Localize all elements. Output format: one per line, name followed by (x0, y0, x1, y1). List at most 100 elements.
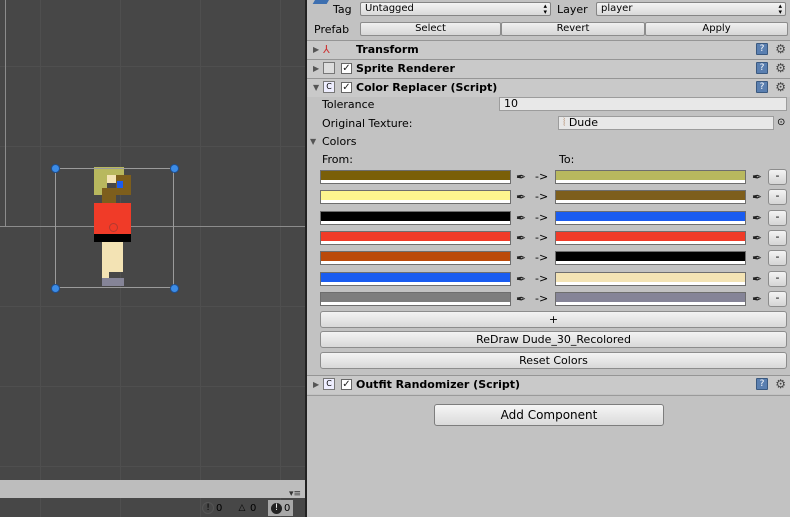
tolerance-label: Tolerance (322, 98, 375, 111)
prefab-apply-button[interactable]: Apply (645, 22, 788, 36)
layer-label: Layer (557, 3, 588, 16)
gear-icon[interactable]: ⚙ (775, 377, 786, 391)
eyedropper-icon[interactable]: ✒ (514, 190, 528, 204)
remove-color-button[interactable]: - (768, 189, 787, 206)
remove-color-button[interactable]: - (768, 250, 787, 267)
sprite-renderer-icon (323, 62, 335, 74)
outfit-randomizer-header[interactable]: ▶ C ✓ Outfit Randomizer (Script) ? ⚙ (307, 375, 790, 394)
to-color-field[interactable] (555, 291, 746, 306)
prefab-select-button[interactable]: Select (360, 22, 501, 36)
prefab-revert-button[interactable]: Revert (501, 22, 645, 36)
from-color-field[interactable] (320, 251, 511, 266)
layer-dropdown[interactable]: player ▴ ▾ (596, 2, 786, 16)
arrow-label: -> (535, 210, 549, 224)
color-pair-row: ✒ -> ✒ - (307, 270, 790, 287)
to-color-field[interactable] (555, 190, 746, 205)
eyedropper-icon[interactable]: ✒ (750, 211, 764, 225)
from-color-field[interactable] (320, 170, 511, 184)
help-book-icon[interactable]: ? (756, 43, 768, 55)
resize-handle-bottom-left[interactable] (51, 284, 60, 293)
foldout-collapsed-icon[interactable]: ▶ (313, 64, 319, 73)
to-color-field[interactable] (555, 210, 746, 225)
gear-icon[interactable]: ⚙ (775, 42, 786, 56)
divider (307, 395, 790, 396)
resize-handle-top-right[interactable] (170, 164, 179, 173)
original-texture-field[interactable]: ⦚ Dude (558, 116, 774, 130)
console-info-counter[interactable]: ! 0 (202, 500, 222, 516)
add-color-button[interactable]: + (320, 311, 787, 328)
from-color-field[interactable] (320, 291, 511, 306)
prefab-label: Prefab (314, 23, 350, 36)
from-color-field[interactable] (320, 210, 511, 225)
scene-view[interactable]: ▾≡ ! 0 △ 0 ! 0 (0, 0, 305, 517)
gear-icon[interactable]: ⚙ (775, 80, 786, 94)
panel-menu-icon[interactable]: ▾≡ (289, 489, 301, 499)
outfit-randomizer-title: Outfit Randomizer (Script) (356, 378, 521, 391)
sprite-renderer-header[interactable]: ▶ ✓ Sprite Renderer ? ⚙ (307, 59, 790, 78)
help-book-icon[interactable]: ? (756, 81, 768, 93)
tag-dropdown[interactable]: Untagged ▴ ▾ (360, 2, 551, 16)
dropdown-arrows-icon: ▴ ▾ (543, 2, 547, 16)
remove-color-button[interactable]: - (768, 270, 787, 287)
warning-icon: △ (238, 503, 246, 513)
enabled-checkbox[interactable]: ✓ (341, 82, 352, 93)
resize-handle-top-left[interactable] (51, 164, 60, 173)
color-pair-row: ✒ -> ✒ - (307, 229, 790, 246)
eyedropper-icon[interactable]: ✒ (750, 292, 764, 306)
console-error-counter[interactable]: ! 0 (268, 500, 294, 516)
console-warning-counter[interactable]: △ 0 (236, 500, 257, 516)
transform-header[interactable]: ▶ ⅄ Transform ? ⚙ (307, 40, 790, 59)
scene-scrollbar[interactable] (0, 480, 305, 498)
object-picker-icon[interactable]: ⊙ (777, 117, 785, 128)
enabled-checkbox[interactable]: ✓ (341, 379, 352, 390)
resize-handle-bottom-right[interactable] (170, 284, 179, 293)
foldout-expanded-icon[interactable]: ▼ (313, 83, 319, 92)
grid-line (0, 306, 305, 307)
eyedropper-icon[interactable]: ✒ (750, 272, 764, 286)
from-color-field[interactable] (320, 230, 511, 245)
rect-tool-bounds[interactable] (55, 168, 174, 288)
help-book-icon[interactable]: ? (756, 378, 768, 390)
eyedropper-icon[interactable]: ✒ (750, 231, 764, 245)
eyedropper-icon[interactable]: ✒ (750, 190, 764, 204)
add-component-button[interactable]: Add Component (434, 404, 664, 426)
enabled-checkbox[interactable]: ✓ (341, 63, 352, 74)
dropdown-arrows-icon: ▴ ▾ (778, 2, 782, 16)
error-count: 0 (284, 502, 291, 514)
from-label: From: (322, 153, 353, 166)
eyedropper-icon[interactable]: ✒ (514, 292, 528, 306)
foldout-collapsed-icon[interactable]: ▶ (313, 45, 319, 54)
foldout-collapsed-icon[interactable]: ▶ (313, 380, 319, 389)
tolerance-field[interactable]: 10 (499, 97, 787, 111)
help-book-icon[interactable]: ? (756, 62, 768, 74)
reset-colors-button[interactable]: Reset Colors (320, 352, 787, 369)
eyedropper-icon[interactable]: ✒ (750, 170, 764, 184)
arrow-label: -> (535, 271, 549, 285)
transform-title: Transform (356, 43, 419, 56)
remove-color-button[interactable]: - (768, 229, 787, 246)
eyedropper-icon[interactable]: ✒ (750, 251, 764, 265)
arrow-label: -> (535, 190, 549, 204)
eyedropper-icon[interactable]: ✒ (514, 211, 528, 225)
eyedropper-icon[interactable]: ✒ (514, 272, 528, 286)
info-count: 0 (216, 502, 223, 514)
eyedropper-icon[interactable]: ✒ (514, 251, 528, 265)
to-color-field[interactable] (555, 271, 746, 286)
to-color-field[interactable] (555, 230, 746, 245)
remove-color-button[interactable]: - (768, 209, 787, 226)
redraw-button[interactable]: ReDraw Dude_30_Recolored (320, 331, 787, 348)
arrow-label: -> (535, 291, 549, 305)
to-color-field[interactable] (555, 251, 746, 266)
remove-color-button[interactable]: - (768, 290, 787, 307)
eyedropper-icon[interactable]: ✒ (514, 170, 528, 184)
to-color-field[interactable] (555, 170, 746, 184)
from-color-field[interactable] (320, 271, 511, 286)
camera-bounds-line (5, 0, 6, 227)
color-replacer-header[interactable]: ▼ C ✓ Color Replacer (Script) ? ⚙ (307, 78, 790, 97)
eyedropper-icon[interactable]: ✒ (514, 231, 528, 245)
arrow-label: -> (535, 251, 549, 265)
remove-color-button[interactable]: - (768, 169, 787, 185)
from-color-field[interactable] (320, 190, 511, 205)
foldout-expanded-icon[interactable]: ▼ (310, 137, 316, 146)
gear-icon[interactable]: ⚙ (775, 61, 786, 75)
